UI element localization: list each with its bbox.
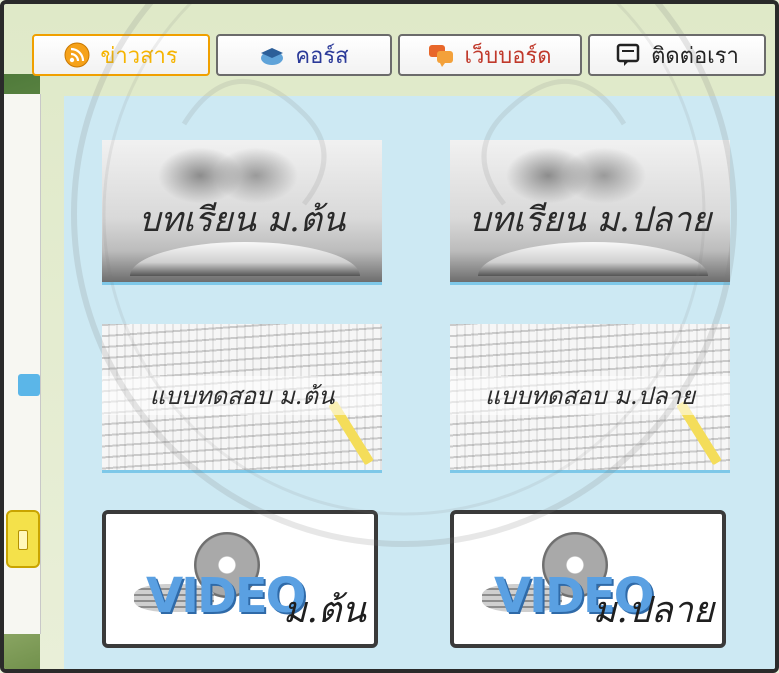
nav-item-webboard[interactable]: เว็บบอร์ด — [398, 34, 582, 76]
content-panel: บทเรียน ม.ต้น บทเรียน ม.ปลาย แบบทดสอบ ม.… — [64, 96, 775, 669]
video-word: VIDEO — [146, 568, 306, 624]
nav-label-webboard: เว็บบอร์ด — [464, 43, 552, 69]
tile-exam-lower-caption: แบบทดสอบ ม.ต้น — [102, 376, 382, 415]
chat-bubbles-icon — [428, 42, 454, 68]
tile-lesson-upper-caption: บทเรียน ม.ปลาย — [468, 200, 712, 240]
nav-label-contact: ติดต่อเรา — [651, 43, 739, 69]
tile-exam-upper[interactable]: แบบทดสอบ ม.ปลาย — [450, 324, 730, 473]
rss-icon — [64, 42, 90, 68]
main-nav: ข่าวสาร คอร์ส เว็บบอร์ด ติดต่อเรา — [32, 34, 772, 78]
tile-lesson-lower-caption: บทเรียน ม.ต้น — [138, 200, 346, 240]
tile-exam-lower[interactable]: แบบทดสอบ ม.ต้น — [102, 324, 382, 473]
nav-item-contact[interactable]: ติดต่อเรา — [588, 34, 766, 76]
screen-frame: ข่าวสาร คอร์ส เว็บบอร์ด ติดต่อเรา บทเรีย… — [0, 0, 779, 673]
nav-label-courses: คอร์ส — [295, 43, 349, 69]
tile-video-lower-level: ม.ต้น — [282, 590, 366, 631]
tile-video-lower[interactable]: VIDEO ม.ต้น — [102, 510, 378, 648]
left-sidebar-strip — [4, 74, 41, 669]
nav-item-courses[interactable]: คอร์ส — [216, 34, 392, 76]
graduation-cap-icon — [259, 42, 285, 68]
tile-exam-upper-caption: แบบทดสอบ ม.ปลาย — [450, 376, 730, 415]
monitor-chat-icon — [615, 42, 641, 68]
nav-item-news[interactable]: ข่าวสาร — [32, 34, 210, 76]
tile-lesson-lower[interactable]: บทเรียน ม.ต้น — [102, 140, 382, 285]
grip-icon — [18, 530, 28, 550]
tile-video-upper-level: ม.ปลาย — [592, 590, 714, 631]
nav-label-news: ข่าวสาร — [100, 43, 178, 69]
tile-lesson-upper[interactable]: บทเรียน ม.ปลาย — [450, 140, 730, 285]
sidebar-blue-tab[interactable] — [18, 374, 40, 396]
sidebar-yellow-button[interactable] — [6, 510, 40, 568]
tile-video-upper[interactable]: VIDEO ม.ปลาย — [450, 510, 726, 648]
